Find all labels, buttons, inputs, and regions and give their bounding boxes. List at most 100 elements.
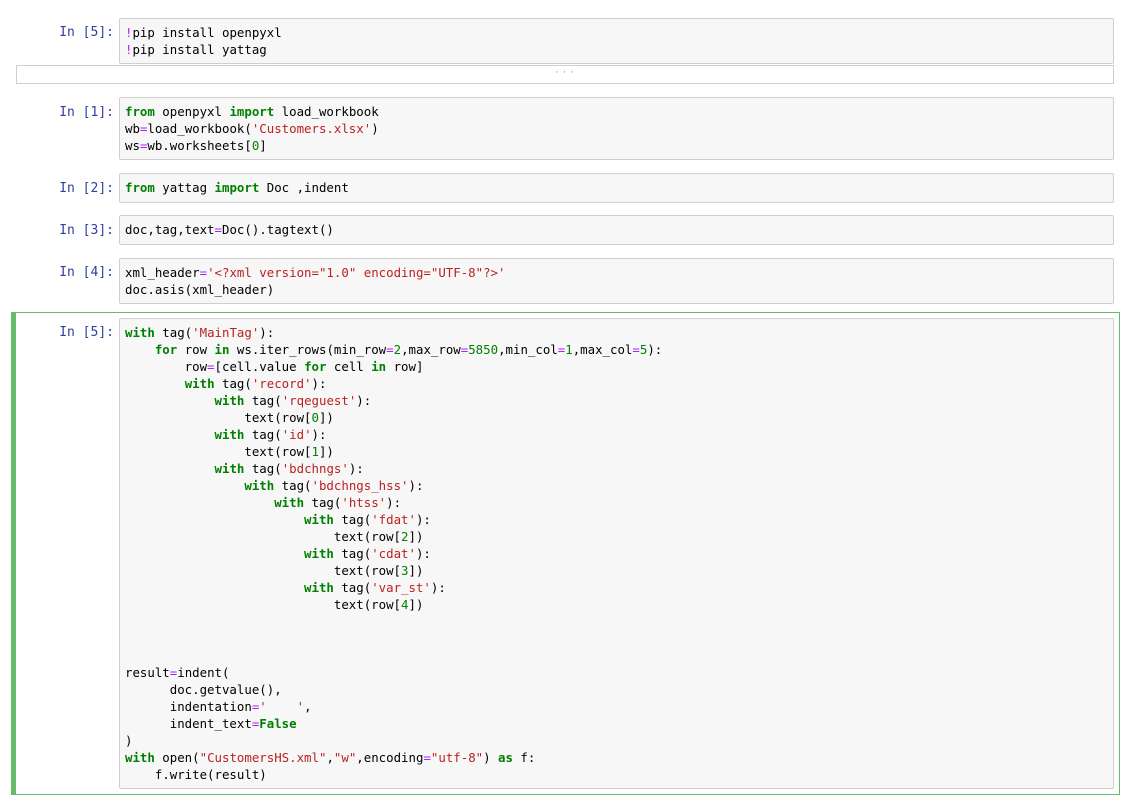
code-token: ) bbox=[125, 733, 133, 748]
code-token: "w" bbox=[333, 750, 357, 765]
code-token: 1 bbox=[311, 444, 319, 459]
code-token: tag( bbox=[244, 461, 282, 476]
code-input[interactable]: !pip install openpyxl !pip install yattag bbox=[119, 18, 1114, 64]
cell-prompt: In [2]: bbox=[59, 181, 114, 196]
code-line: with tag('var_st'): bbox=[125, 579, 1113, 596]
code-token: with bbox=[184, 376, 215, 391]
code-token: 'bdchngs' bbox=[281, 461, 349, 476]
code-token: ,min_col bbox=[498, 342, 558, 357]
code-line: with tag('MainTag'): bbox=[125, 324, 1113, 341]
code-token: row bbox=[125, 359, 208, 374]
code-token: from bbox=[125, 104, 155, 119]
code-token: import bbox=[229, 104, 275, 119]
code-token: ws.iter_rows(min_row bbox=[229, 342, 387, 357]
code-token: 'fdat' bbox=[371, 512, 416, 527]
code-token: ): bbox=[430, 580, 446, 595]
code-token: pip install yattag bbox=[132, 42, 267, 57]
code-line: text(row[4]) bbox=[125, 596, 1113, 613]
code-token: indentation bbox=[125, 699, 252, 714]
code-line: with tag('rqeguest'): bbox=[125, 392, 1113, 409]
code-text: with tag('MainTag'): for row in ws.iter_… bbox=[120, 319, 1113, 783]
code-token: ): bbox=[356, 393, 372, 408]
code-token: 'Customers.xlsx' bbox=[251, 121, 372, 136]
code-token: with bbox=[244, 478, 275, 493]
code-token: 'MainTag' bbox=[192, 325, 260, 340]
code-line: with tag('cdat'): bbox=[125, 545, 1113, 562]
code-text: !pip install openpyxl !pip install yattag bbox=[120, 19, 1113, 58]
cell-prompt: In [1]: bbox=[59, 105, 114, 120]
code-token: False bbox=[259, 716, 297, 731]
code-token: as bbox=[498, 750, 513, 765]
code-token: 0 bbox=[311, 410, 319, 425]
code-token: with bbox=[214, 393, 245, 408]
code-line: from openpyxl import load_workbook bbox=[125, 103, 1113, 120]
code-input[interactable]: doc,tag,text=Doc().tagtext() bbox=[119, 215, 1114, 245]
code-token: wb bbox=[125, 121, 140, 136]
code-token: ]) bbox=[318, 410, 334, 425]
code-token: tag( bbox=[333, 580, 372, 595]
code-line: with open("CustomersHS.xml","w",encoding… bbox=[125, 749, 1113, 766]
code-token: ]) bbox=[318, 444, 334, 459]
code-text: xml_header='<?xml version="1.0" encoding… bbox=[120, 259, 1113, 298]
code-token: , bbox=[326, 750, 334, 765]
code-token: result bbox=[125, 665, 170, 680]
code-text: doc,tag,text=Doc().tagtext() bbox=[120, 216, 1113, 238]
code-token: load_workbook( bbox=[147, 121, 252, 136]
code-token: in bbox=[214, 342, 230, 357]
code-token: "utf-8" bbox=[430, 750, 484, 765]
code-line: text(row[3]) bbox=[125, 562, 1113, 579]
code-line: doc.getvalue(), bbox=[125, 681, 1113, 698]
code-token: with bbox=[304, 512, 334, 527]
code-line: ) bbox=[125, 732, 1113, 749]
code-token: for bbox=[304, 359, 327, 374]
cell-prompt: In [5]: bbox=[59, 325, 114, 340]
code-token: tag( bbox=[304, 495, 342, 510]
code-token: = bbox=[207, 359, 215, 374]
code-token: openpyxl bbox=[154, 104, 230, 119]
code-line: xml_header='<?xml version="1.0" encoding… bbox=[125, 264, 1113, 281]
code-line: text(row[2]) bbox=[125, 528, 1113, 545]
code-token: row bbox=[177, 342, 215, 357]
code-text: from openpyxl import load_workbook wb=loa… bbox=[120, 98, 1113, 154]
code-token: ): bbox=[647, 342, 663, 357]
code-input[interactable]: from openpyxl import load_workbook wb=loa… bbox=[119, 97, 1114, 160]
code-token: "CustomersHS.xml" bbox=[199, 750, 327, 765]
code-token: ) bbox=[483, 750, 499, 765]
code-line: doc,tag,text=Doc().tagtext() bbox=[125, 221, 1113, 238]
cell-prompt: In [3]: bbox=[59, 223, 114, 238]
code-token: tag( bbox=[333, 546, 372, 561]
collapsed-output[interactable]: · · · bbox=[16, 65, 1114, 84]
code-line: text(row[0]) bbox=[125, 409, 1113, 426]
code-token: with bbox=[274, 495, 305, 510]
code-token: with bbox=[304, 546, 334, 561]
code-input[interactable]: with tag('MainTag'): for row in ws.iter_… bbox=[119, 318, 1114, 789]
code-line: wb=load_workbook('Customers.xlsx') bbox=[125, 120, 1113, 137]
code-token: wb.worksheets[ bbox=[147, 138, 252, 153]
code-token: for bbox=[154, 342, 178, 357]
code-token: ): bbox=[311, 427, 327, 442]
code-token: = bbox=[214, 222, 222, 237]
code-token: f.write(result) bbox=[125, 767, 267, 782]
code-token: text(row[ bbox=[125, 410, 312, 425]
code-line: result=indent( bbox=[125, 664, 1113, 681]
code-input[interactable]: xml_header='<?xml version="1.0" encoding… bbox=[119, 258, 1114, 304]
code-line: doc.asis(xml_header) bbox=[125, 281, 1113, 298]
code-token: = bbox=[199, 265, 208, 280]
code-token: 'id' bbox=[281, 427, 312, 442]
code-line: indent_text=False bbox=[125, 715, 1113, 732]
code-input[interactable]: from yattag import Doc ,indent bbox=[119, 173, 1114, 203]
code-token: cell bbox=[326, 359, 372, 374]
code-token: , bbox=[304, 699, 312, 714]
code-token: ): bbox=[415, 546, 431, 561]
code-text: from yattag import Doc ,indent bbox=[120, 174, 1113, 196]
code-token: = bbox=[632, 342, 640, 357]
